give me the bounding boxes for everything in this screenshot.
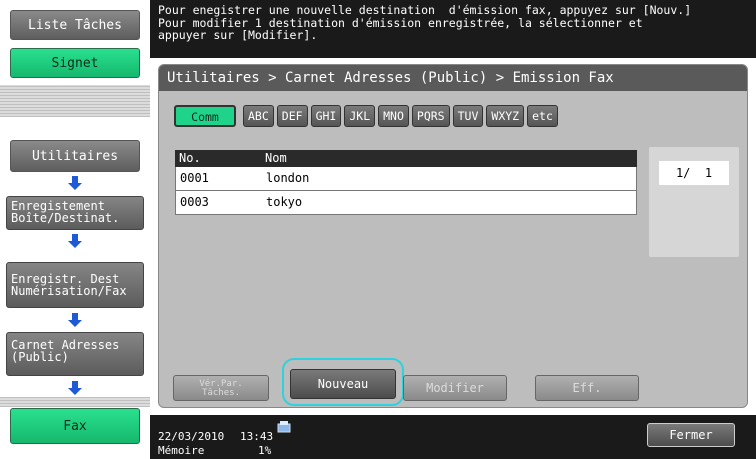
check-jobs-button[interactable]: Vér.Par. Tâches. [173, 375, 269, 401]
close-button[interactable]: Fermer [647, 423, 735, 447]
instruction-message: Pour enegistrer une nouvelle destination… [150, 0, 756, 58]
destination-list: No. Nom 0001 london 0003 tokyo [175, 150, 637, 215]
row-number: 0001 [180, 171, 209, 185]
tab-etc[interactable]: etc [527, 105, 558, 127]
tab-mno[interactable]: MNO [378, 105, 409, 127]
breadcrumb: Utilitaires > Carnet Adresses (Public) >… [159, 65, 747, 91]
column-header-name: Nom [265, 151, 287, 165]
main-panel: Utilitaires > Carnet Adresses (Public) >… [150, 58, 756, 415]
modify-button[interactable]: Modifier [403, 375, 507, 401]
step-registration-box-dest[interactable]: Enregistement Boîte/Destinat. [6, 196, 144, 230]
status-date: 22/03/2010 [158, 430, 225, 443]
row-name: tokyo [266, 195, 303, 209]
memory-value: 1% [258, 444, 272, 457]
divider-stripe [0, 397, 150, 407]
list-header: No. Nom [175, 150, 637, 167]
step-utilities[interactable]: Utilitaires [10, 140, 140, 172]
tab-ghi[interactable]: GHI [310, 105, 342, 127]
tab-comm[interactable]: Comm [174, 105, 236, 127]
status-time: 13:43 [240, 430, 274, 443]
left-panel: Liste Tâches Signet Utilitaires Enregist… [0, 0, 150, 459]
tab-pqrs[interactable]: PQRS [411, 105, 450, 127]
arrow-down-icon [68, 313, 82, 327]
arrow-down-icon [68, 381, 82, 395]
delete-button[interactable]: Eff. [535, 375, 639, 401]
step-public-address-book[interactable]: Carnet Adresses (Public) [6, 332, 144, 376]
new-button[interactable]: Nouveau [290, 369, 396, 399]
tab-wxyz[interactable]: WXYZ [486, 105, 525, 127]
row-number: 0003 [180, 195, 209, 209]
divider-stripe [0, 85, 150, 117]
list-row[interactable]: 0001 london [175, 167, 637, 191]
arrow-down-icon [68, 234, 82, 248]
page-counter: 1/ 1 [659, 161, 729, 185]
status-bar: 22/03/2010 13:43 Mémoire 1% Fermer [150, 415, 756, 459]
address-book-window: Utilitaires > Carnet Adresses (Public) >… [158, 64, 748, 408]
step-scan-fax-dest[interactable]: Enregistr. Dest Numérisation/Fax [6, 262, 144, 308]
job-list-button[interactable]: Liste Tâches [10, 10, 140, 40]
memory-label: Mémoire [158, 444, 205, 457]
bookmark-button[interactable]: Signet [10, 48, 140, 78]
fax-button[interactable]: Fax [10, 408, 140, 444]
list-row[interactable]: 0003 tokyo [175, 191, 637, 215]
row-name: london [266, 171, 310, 185]
column-header-no: No. [179, 151, 201, 165]
tab-abc[interactable]: ABC [243, 105, 274, 127]
arrow-down-icon [68, 176, 82, 190]
page-indicator-panel: 1/ 1 [649, 147, 739, 257]
tab-def[interactable]: DEF [276, 105, 308, 127]
tab-tuv[interactable]: TUV [452, 105, 484, 127]
tab-jkl[interactable]: JKL [344, 105, 376, 127]
fax-status-icon [277, 421, 291, 433]
index-tabs: Comm ABC DEF GHI JKL MNO PQRS TUV WXYZ e… [174, 105, 558, 127]
